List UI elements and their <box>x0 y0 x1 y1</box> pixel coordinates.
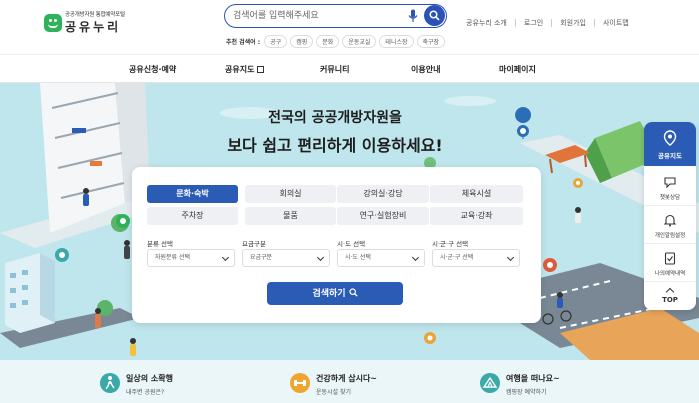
chat-bubble-icon <box>664 177 676 188</box>
link-sitemap[interactable]: 사이트맵 <box>593 19 637 27</box>
theme-banners: 일상의 소확행 내주변 공원은? 건강하게 삽시다~ 운동시설 찾기 여행을 떠… <box>0 360 699 403</box>
nav-community[interactable]: 커뮤니티 <box>320 64 349 75</box>
nav-share-map-label: 공유지도 <box>225 65 255 74</box>
quick-my-reservations[interactable]: 나의예약내역 <box>644 246 696 282</box>
facility-search-panel: 문화·숙박 회의실 강의실·강당 체육시설 주차장 물품 연구·실험장비 교육·… <box>132 167 541 323</box>
category-sports[interactable]: 체육시설 <box>430 185 523 203</box>
quick-notification-settings[interactable]: 개인알림설정 <box>644 208 696 244</box>
logo-title: 공유누리 <box>65 19 122 34</box>
keyword-tag[interactable]: 운동교실 <box>342 35 377 48</box>
scroll-top-button[interactable]: TOP <box>644 284 696 310</box>
quick-share-map-label: 공유지도 <box>658 152 682 160</box>
banner-sports-subtitle: 운동시설 찾기 <box>316 389 352 396</box>
search-icon <box>348 288 358 297</box>
keyword-tag[interactable]: 축구장 <box>416 35 446 48</box>
keyword-tag[interactable]: 공구 <box>264 35 288 48</box>
map-pin-icon <box>663 130 677 146</box>
category-parking[interactable]: 주차장 <box>147 207 238 225</box>
category-goods[interactable]: 물품 <box>245 207 336 225</box>
search-submit-label: 검색하기 <box>312 288 346 298</box>
logo-subtitle: 공공개방자원 통합예약포털 <box>65 12 125 18</box>
category-lecture-hall[interactable]: 강의실·강당 <box>337 185 429 203</box>
category-select[interactable]: 자원분류 선택 <box>147 249 235 267</box>
filter-label-city: 시·군·구 선택 <box>432 240 469 248</box>
scroll-top-label: TOP <box>662 296 678 304</box>
quick-menu: 공유지도 챗봇상담 개인알림설정 나의예약내역 TOP <box>644 122 696 310</box>
chevron-up-icon <box>665 287 675 297</box>
banner-park-subtitle: 내주변 공원은? <box>126 389 165 396</box>
keyword-tag[interactable]: 캠핑 <box>290 35 314 48</box>
link-login[interactable]: 로그인 <box>514 19 551 27</box>
category-culture-lodging[interactable]: 문화·숙박 <box>147 185 238 203</box>
link-about[interactable]: 공유누리 소개 <box>466 19 515 27</box>
chevron-down-icon <box>506 253 515 262</box>
search-icon <box>429 10 440 21</box>
chevron-down-icon <box>316 253 325 262</box>
recommended-label: 추천 검색어 : <box>226 39 261 46</box>
quick-notification-label: 개인알림설정 <box>654 233 686 239</box>
city-select-value: 시·군·구 선택 <box>440 254 474 261</box>
utility-links: 공유누리 소개 로그인 회원가입 사이트맵 <box>466 19 637 27</box>
banner-camping-title: 여행을 떠나요~ <box>506 374 560 383</box>
quick-my-reservations-label: 나의예약내역 <box>654 271 686 277</box>
link-signup[interactable]: 회원가입 <box>551 19 594 27</box>
hero-title-line1: 전국의 공공개방자원을 <box>268 110 402 126</box>
nav-share-map[interactable]: 공유지도 <box>225 64 265 75</box>
category-research-equipment[interactable]: 연구·실험장비 <box>337 207 429 225</box>
banner-camping-subtitle: 캠핑장 예약하기 <box>506 389 547 396</box>
fee-select[interactable]: 요금구분 <box>242 249 330 267</box>
walking-person-icon <box>100 373 120 393</box>
category-education[interactable]: 교육·강좌 <box>430 207 523 225</box>
chevron-down-icon <box>411 253 420 262</box>
banner-sports[interactable]: 건강하게 삽시다~ 운동시설 찾기 <box>290 373 377 396</box>
main-navigation: 공유신청·예약 공유지도 커뮤니티 이용안내 마이페이지 <box>0 54 699 83</box>
nav-guide[interactable]: 이용안내 <box>411 64 440 75</box>
bell-icon <box>664 214 676 227</box>
logo-smile-icon <box>44 13 62 32</box>
city-select[interactable]: 시·군·구 선택 <box>432 249 520 267</box>
search-button[interactable] <box>424 5 445 26</box>
logo[interactable]: 공공개방자원 통합예약포털 공유누리 <box>44 12 125 34</box>
tent-icon <box>480 373 500 393</box>
microphone-icon[interactable] <box>408 9 418 23</box>
dumbbell-icon <box>290 373 310 393</box>
checklist-icon <box>664 252 676 265</box>
quick-share-map[interactable]: 공유지도 <box>644 122 696 166</box>
banner-camping[interactable]: 여행을 떠나요~ 캠핑장 예약하기 <box>480 373 560 396</box>
recommended-keywords: 추천 검색어 : 공구 캠핑 문화 운동교실 테니스장 축구장 <box>226 35 448 48</box>
search-box <box>224 4 447 28</box>
province-select[interactable]: 시·도 선택 <box>337 249 425 267</box>
filter-label-province: 시·도 선택 <box>337 240 366 248</box>
quick-chatbot-label: 챗봇상담 <box>659 195 681 201</box>
quick-chatbot[interactable]: 챗봇상담 <box>644 170 696 206</box>
banner-sports-title: 건강하게 삽시다~ <box>316 374 378 383</box>
header: 공공개방자원 통합예약포털 공유누리 추천 검색어 : 공구 캠핑 문화 운동교… <box>0 0 699 54</box>
search-submit-button[interactable]: 검색하기 <box>267 282 403 305</box>
keyword-tag[interactable]: 문화 <box>316 35 340 48</box>
keyword-tag[interactable]: 테니스장 <box>379 35 414 48</box>
category-select-value: 자원분류 선택 <box>155 254 191 261</box>
search-input[interactable] <box>233 8 398 24</box>
external-link-icon <box>257 66 265 73</box>
banner-park-title: 일상의 소확행 <box>126 374 173 383</box>
category-meeting-room[interactable]: 회의실 <box>245 185 336 203</box>
chevron-down-icon <box>221 253 230 262</box>
filter-label-category: 분류 선택 <box>147 240 173 248</box>
hero-title-line2: 보다 쉽고 편리하게 이용하세요! <box>227 136 443 155</box>
fee-select-value: 요금구분 <box>250 254 273 261</box>
province-select-value: 시·도 선택 <box>345 254 371 261</box>
filter-label-fee: 요금구분 <box>242 240 266 248</box>
nav-reservation[interactable]: 공유신청·예약 <box>129 64 176 75</box>
banner-park[interactable]: 일상의 소확행 내주변 공원은? <box>100 373 173 396</box>
nav-mypage[interactable]: 마이페이지 <box>499 64 536 75</box>
hero-title: 전국의 공공개방자원을 보다 쉽고 편리하게 이용하세요! <box>0 107 699 156</box>
